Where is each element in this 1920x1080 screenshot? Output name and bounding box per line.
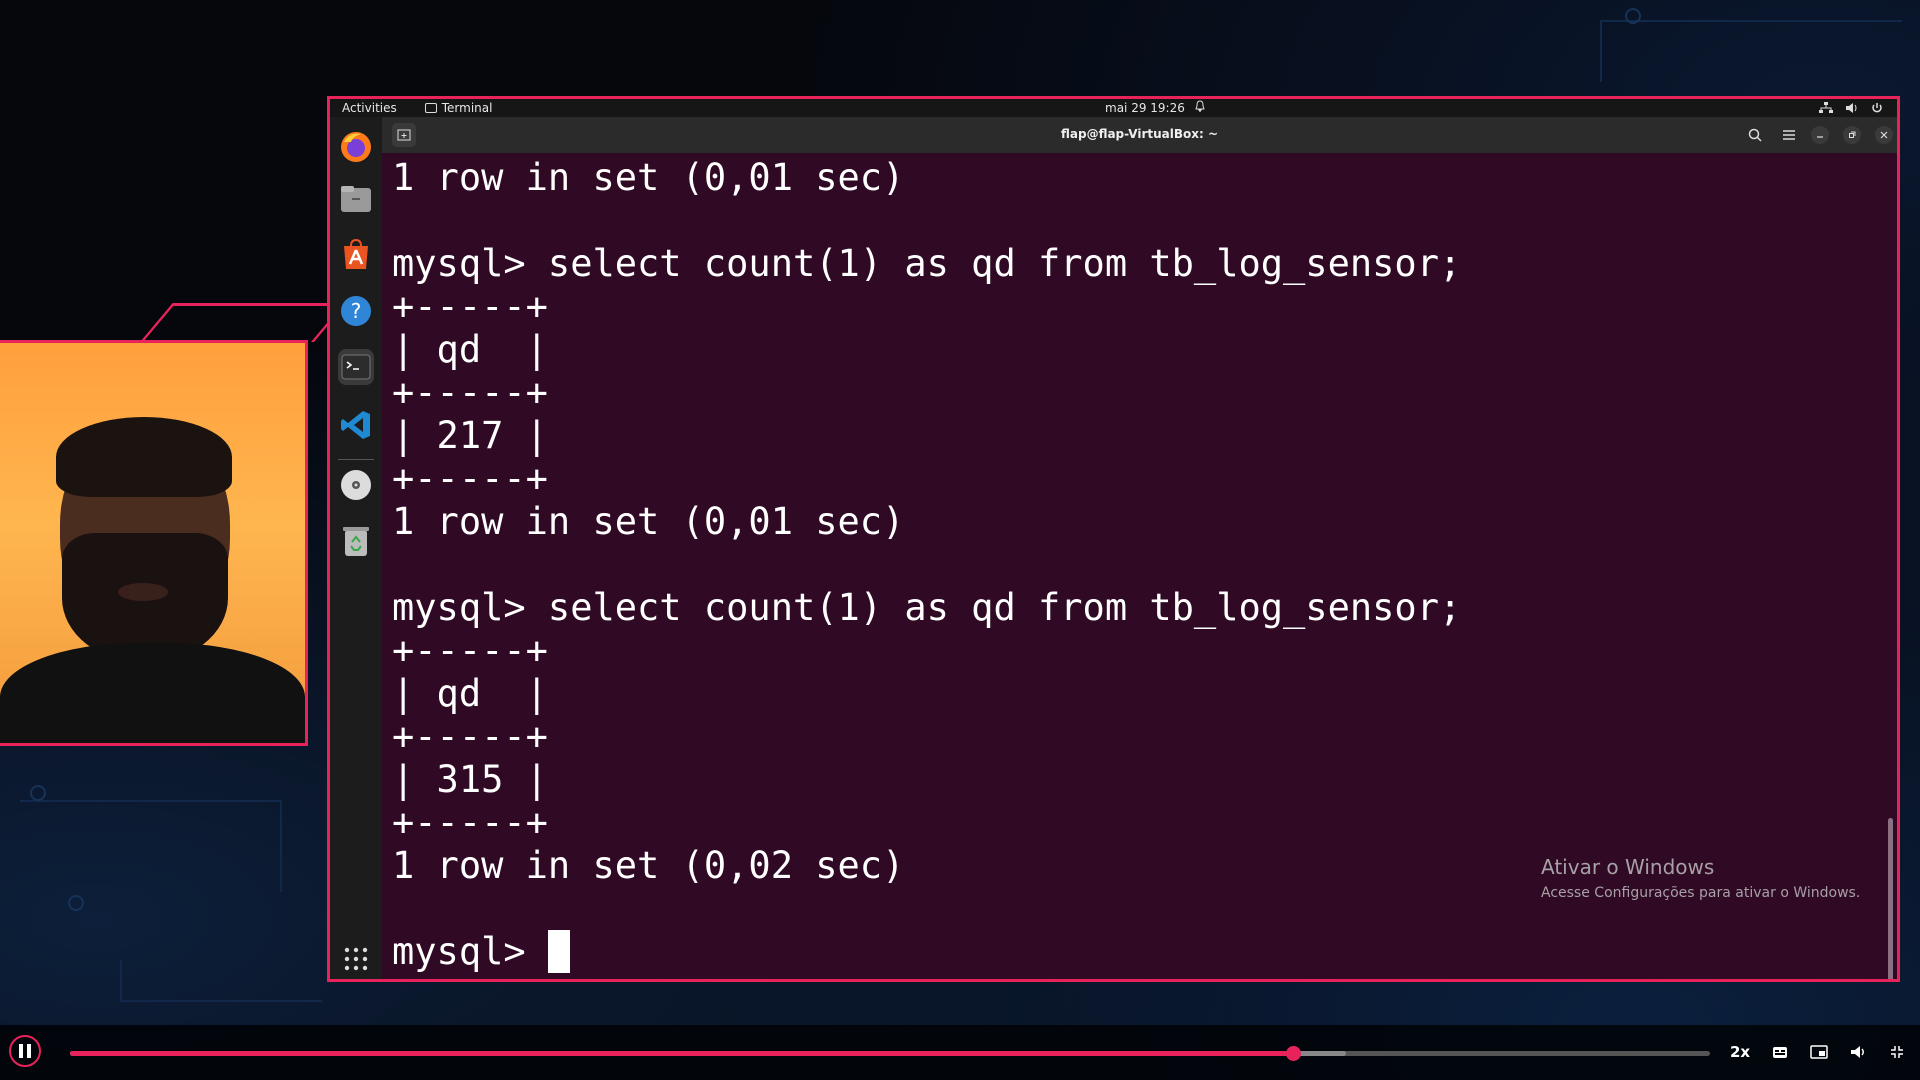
terminal-line: +-----+ (392, 457, 548, 500)
webcam-frame-tab (140, 303, 347, 342)
captions-icon (1773, 1046, 1787, 1058)
picture-in-picture-button[interactable] (1810, 1041, 1828, 1063)
disc-icon[interactable] (338, 467, 374, 503)
watermark-title: Ativar o Windows (1541, 855, 1715, 879)
terminal-line: +-----+ (392, 801, 548, 844)
progress-bar[interactable] (70, 1046, 1710, 1061)
firefox-icon[interactable] (338, 129, 374, 165)
help-icon[interactable]: ? (338, 293, 374, 329)
minimize-icon (1817, 136, 1823, 138)
text-cursor (547, 930, 570, 973)
terminal-line: | 315 | (392, 758, 548, 801)
system-tray[interactable] (1819, 102, 1883, 114)
fullscreen-exit-button[interactable] (1890, 1041, 1904, 1063)
video-player-controls: 2x (0, 1025, 1920, 1080)
picture-in-picture-icon (1810, 1045, 1828, 1059)
circuit-decoration (1600, 20, 1902, 82)
circuit-decoration (1625, 8, 1641, 24)
terminal-line: +-----+ (392, 629, 548, 672)
presenter-shirt (0, 643, 305, 743)
virtual-machine-screen: Activities Terminal mai 29 19:26 ? flap@… (327, 96, 1900, 982)
volume-button[interactable] (1850, 1041, 1868, 1063)
window-title: flap@flap-VirtualBox: ~ (1060, 127, 1219, 141)
terminal-line: | 217 | (392, 414, 548, 457)
search-icon (1748, 128, 1762, 142)
presenter-mouth (118, 583, 168, 601)
network-icon (1819, 102, 1833, 113)
terminal-titlebar: flap@flap-VirtualBox: ~ (382, 117, 1897, 153)
progress-played (70, 1051, 1294, 1056)
pause-icon (19, 1044, 23, 1058)
circuit-decoration (68, 895, 84, 911)
clock[interactable]: mai 29 19:26 (1105, 101, 1185, 115)
mysql-prompt: mysql> (392, 930, 548, 973)
svg-text:?: ? (351, 299, 362, 323)
terminal-line: 1 row in set (0,01 sec) (392, 156, 905, 199)
power-icon (1872, 103, 1882, 113)
terminal-line: | qd | (392, 672, 548, 715)
ubuntu-top-bar: Activities Terminal mai 29 19:26 (330, 99, 1897, 117)
show-apps-icon[interactable] (338, 941, 374, 977)
pause-button[interactable] (9, 1035, 41, 1067)
ubuntu-dock: ? (330, 117, 382, 979)
exit-fullscreen-icon (1891, 1046, 1903, 1058)
dock-separator (338, 459, 374, 460)
activities-button[interactable]: Activities (342, 101, 397, 115)
app-menu[interactable]: Terminal (424, 101, 493, 115)
terminal-line: mysql> select count(1) as qd from tb_log… (392, 586, 1462, 629)
close-icon (1880, 131, 1888, 139)
circuit-decoration (120, 960, 322, 1002)
terminal-scrollbar[interactable] (1888, 818, 1893, 979)
restore-icon (1849, 131, 1856, 138)
volume-icon (1846, 103, 1857, 113)
prompt-line[interactable]: mysql> (392, 930, 570, 973)
circuit-decoration (30, 785, 46, 801)
close-button[interactable] (1875, 126, 1893, 144)
captions-button[interactable] (1772, 1041, 1788, 1063)
terminal-icon[interactable] (338, 349, 374, 385)
app-center-icon[interactable] (338, 237, 374, 273)
app-menu-label: Terminal (441, 101, 493, 115)
progress-handle[interactable] (1286, 1046, 1302, 1061)
vscode-icon[interactable] (338, 407, 374, 443)
webcam-overlay (0, 340, 308, 746)
volume-icon (1851, 1046, 1864, 1058)
terminal-line: mysql> select count(1) as qd from tb_log… (392, 242, 1462, 285)
windows-activation-watermark: Ativar o Windows Acesse Configurações pa… (1541, 855, 1860, 901)
terminal-line: | qd | (392, 328, 548, 371)
hamburger-menu-icon (1783, 130, 1795, 140)
terminal-line: +-----+ (392, 285, 548, 328)
pause-icon-bar (27, 1044, 31, 1058)
search-button[interactable] (1743, 123, 1767, 147)
circuit-decoration (20, 800, 282, 892)
terminal-line: 1 row in set (0,02 sec) (392, 844, 905, 887)
bell-icon (1195, 100, 1205, 115)
presenter-hair (56, 417, 232, 497)
menu-button[interactable] (1777, 123, 1801, 147)
maximize-button[interactable] (1843, 126, 1861, 144)
playback-speed-button[interactable]: 2x (1730, 1041, 1750, 1063)
trash-icon[interactable] (338, 523, 374, 559)
terminal-small-icon (424, 103, 437, 113)
terminal-line: +-----+ (392, 371, 548, 414)
terminal-line: +-----+ (392, 715, 548, 758)
terminal-line: 1 row in set (0,01 sec) (392, 500, 905, 543)
watermark-subtitle: Acesse Configurações para ativar o Windo… (1541, 885, 1861, 901)
minimize-button[interactable] (1811, 126, 1829, 144)
files-icon[interactable] (338, 181, 374, 217)
